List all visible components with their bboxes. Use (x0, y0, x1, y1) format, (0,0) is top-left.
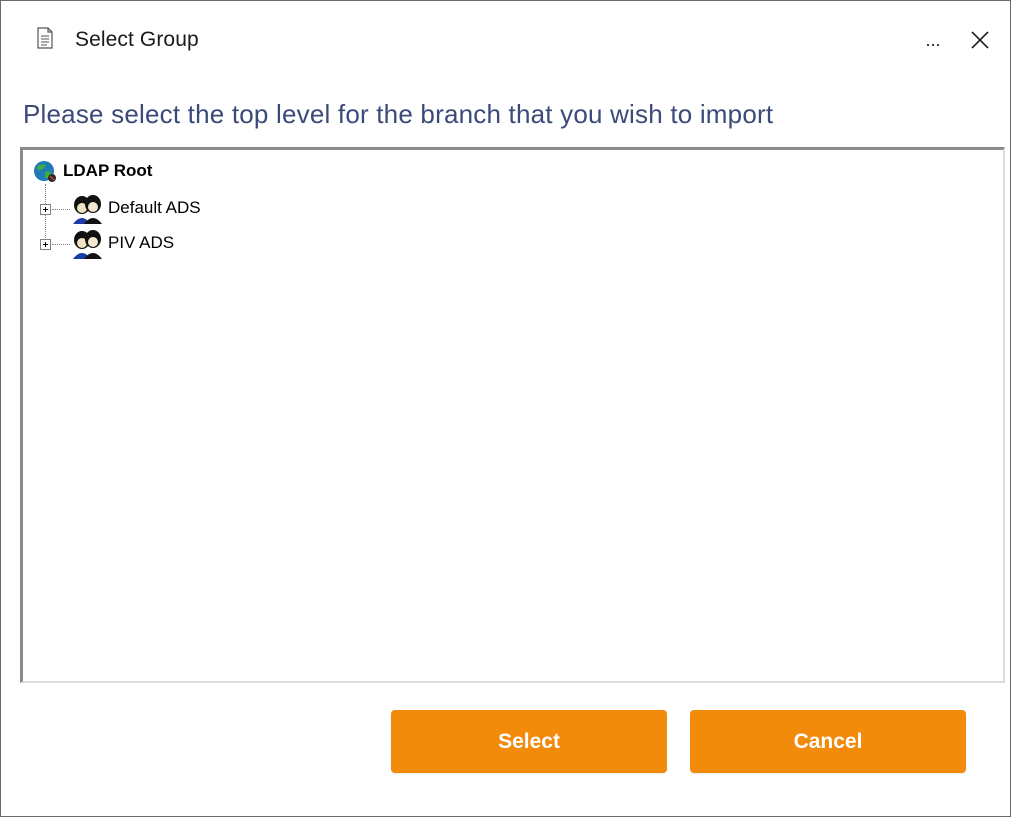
tree-node-label: LDAP Root (63, 161, 153, 180)
cancel-button[interactable]: Cancel (690, 710, 966, 773)
more-options-button[interactable]: ... (919, 25, 947, 55)
users-group-icon (73, 230, 102, 259)
expand-toggle-piv-ads[interactable] (40, 239, 51, 250)
select-group-dialog: Select Group ... Please select the top l… (0, 0, 1011, 817)
instruction-text: Please select the top level for the bran… (23, 99, 774, 129)
window-title: Select Group (75, 28, 199, 51)
tree-connector-line (52, 244, 70, 245)
select-button[interactable]: Select (391, 710, 667, 773)
tree-connector-line (52, 209, 70, 210)
title-bar: Select Group ... (1, 1, 1010, 81)
close-icon[interactable] (966, 25, 994, 55)
tree-node-label: Default ADS (108, 198, 201, 217)
users-group-icon (73, 195, 102, 224)
expand-toggle-default-ads[interactable] (40, 204, 51, 215)
ldap-root-globe-icon (34, 161, 56, 182)
tree-node-label: PIV ADS (108, 233, 175, 252)
ldap-tree-view[interactable]: LDAP Root Default ADS PIV ADS (20, 147, 1005, 683)
document-icon (37, 27, 53, 49)
